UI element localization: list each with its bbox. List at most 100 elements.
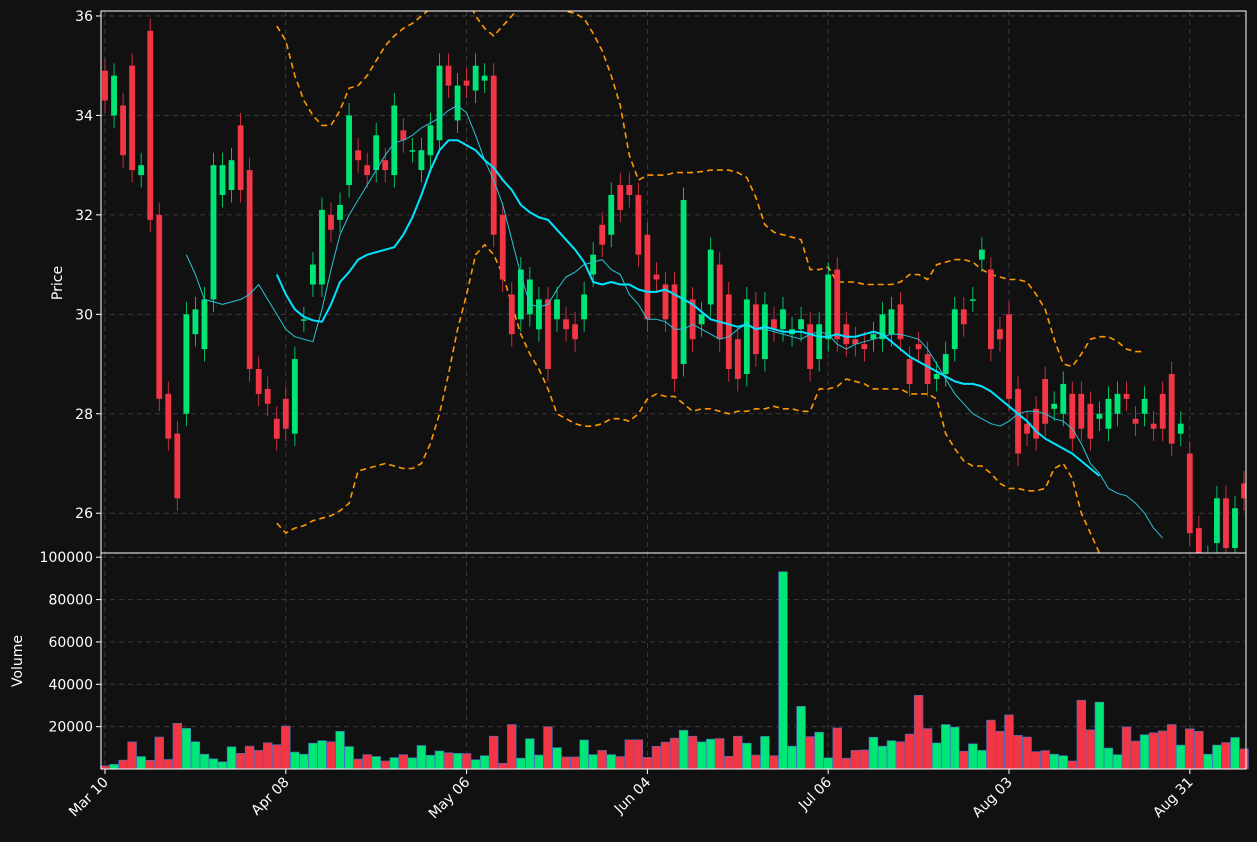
volume-bar <box>1013 735 1023 770</box>
candle-body <box>454 85 461 121</box>
candle-body <box>626 185 633 195</box>
candle-body <box>843 324 850 345</box>
volume-bar <box>1049 753 1059 770</box>
candle-body <box>328 214 334 230</box>
candle-body <box>165 393 172 439</box>
volume-bar <box>281 725 291 770</box>
volume-bar <box>263 742 273 770</box>
volume-bar <box>118 759 128 770</box>
candle-body <box>988 269 994 350</box>
candle-body <box>210 165 217 300</box>
candle-body <box>282 398 289 429</box>
volume-bar <box>850 750 861 770</box>
candle-body <box>644 234 651 320</box>
candle-body <box>418 150 425 171</box>
candle-body <box>1051 403 1058 409</box>
volume-bar <box>579 739 589 770</box>
price-tick-label: 28 <box>75 407 93 423</box>
candle-body <box>1105 398 1112 429</box>
candle-body <box>563 319 569 330</box>
volume-bar <box>1040 750 1050 770</box>
volume-bar <box>651 746 662 770</box>
candle-body <box>1223 498 1229 549</box>
candle-body <box>517 269 524 320</box>
volume-bar <box>1157 730 1168 770</box>
candle-body <box>508 294 515 335</box>
candle-body <box>1232 508 1238 549</box>
volume-bar <box>371 756 381 770</box>
volume-bar <box>959 750 969 770</box>
volume-bar <box>543 726 553 770</box>
volume-bar <box>470 759 481 770</box>
volume-bar <box>552 747 562 770</box>
candle-body <box>291 359 298 434</box>
volume-bar <box>877 745 888 770</box>
candle-body <box>951 309 958 350</box>
candle-body <box>888 309 895 335</box>
volume-bar <box>199 753 210 770</box>
candle-body <box>716 264 723 340</box>
candle-body <box>906 359 913 384</box>
volume-bar <box>941 724 951 770</box>
candle-body <box>978 249 985 260</box>
candle-body <box>382 160 389 171</box>
volume-bar <box>479 755 490 770</box>
volume-bar <box>416 745 427 770</box>
volume-bar <box>931 742 942 770</box>
candle-body <box>1015 388 1021 454</box>
candle-body <box>201 299 208 350</box>
volume-bar <box>534 754 544 770</box>
volume-bar <box>208 758 219 770</box>
candle-body <box>762 304 768 360</box>
volume-bar <box>561 756 571 770</box>
candle-body <box>337 204 343 220</box>
volume-bar <box>660 741 671 770</box>
volume-bar <box>606 754 616 770</box>
stock-chart: 26 28 30 32 34 36 Price 20000 40000 60000 80000 1… <box>0 0 1257 842</box>
volume-bar <box>796 706 806 770</box>
volume-bar <box>1058 755 1068 770</box>
volume-bar <box>588 754 598 770</box>
volume-bar <box>317 740 327 770</box>
candle-body <box>310 264 316 285</box>
volume-bar <box>1185 728 1195 770</box>
volume-bar <box>226 746 237 770</box>
volume-bar <box>461 753 472 770</box>
candle-body <box>734 339 741 379</box>
volume-bar <box>787 745 797 770</box>
candle-body <box>617 185 624 210</box>
volume-bar <box>1212 744 1222 770</box>
volume-bar <box>425 754 436 770</box>
candle-body <box>942 354 949 374</box>
candle-body <box>1159 393 1166 429</box>
volume-bar <box>235 753 246 770</box>
volume-bar <box>832 727 842 770</box>
volume-bar <box>1230 737 1240 770</box>
volume-bar <box>1130 740 1141 770</box>
candle-body <box>1042 378 1049 424</box>
volume-tick-label: 100000 <box>40 550 93 566</box>
candle-body <box>960 309 967 325</box>
candle-body <box>536 299 542 330</box>
volume-bar <box>895 741 906 770</box>
volume-bar <box>1167 724 1177 770</box>
volume-bar <box>1194 731 1204 770</box>
volume-bar <box>597 750 607 770</box>
volume-bar <box>154 736 164 770</box>
volume-bar <box>977 750 987 770</box>
volume-bar <box>127 741 137 770</box>
candle-body <box>102 70 108 101</box>
volume-bar <box>344 746 354 770</box>
candle-body <box>1114 393 1121 414</box>
volume-bar <box>1176 744 1186 770</box>
candle-body <box>1168 373 1175 444</box>
candle-body <box>1096 413 1103 419</box>
candle-body <box>807 324 814 370</box>
volume-bar <box>362 754 372 770</box>
volume-bar <box>1031 751 1041 770</box>
volume-bar <box>489 735 499 770</box>
candle-body <box>680 199 687 365</box>
volume-bar <box>308 742 318 770</box>
volume-bar <box>1203 753 1213 770</box>
candle-body <box>219 165 226 195</box>
